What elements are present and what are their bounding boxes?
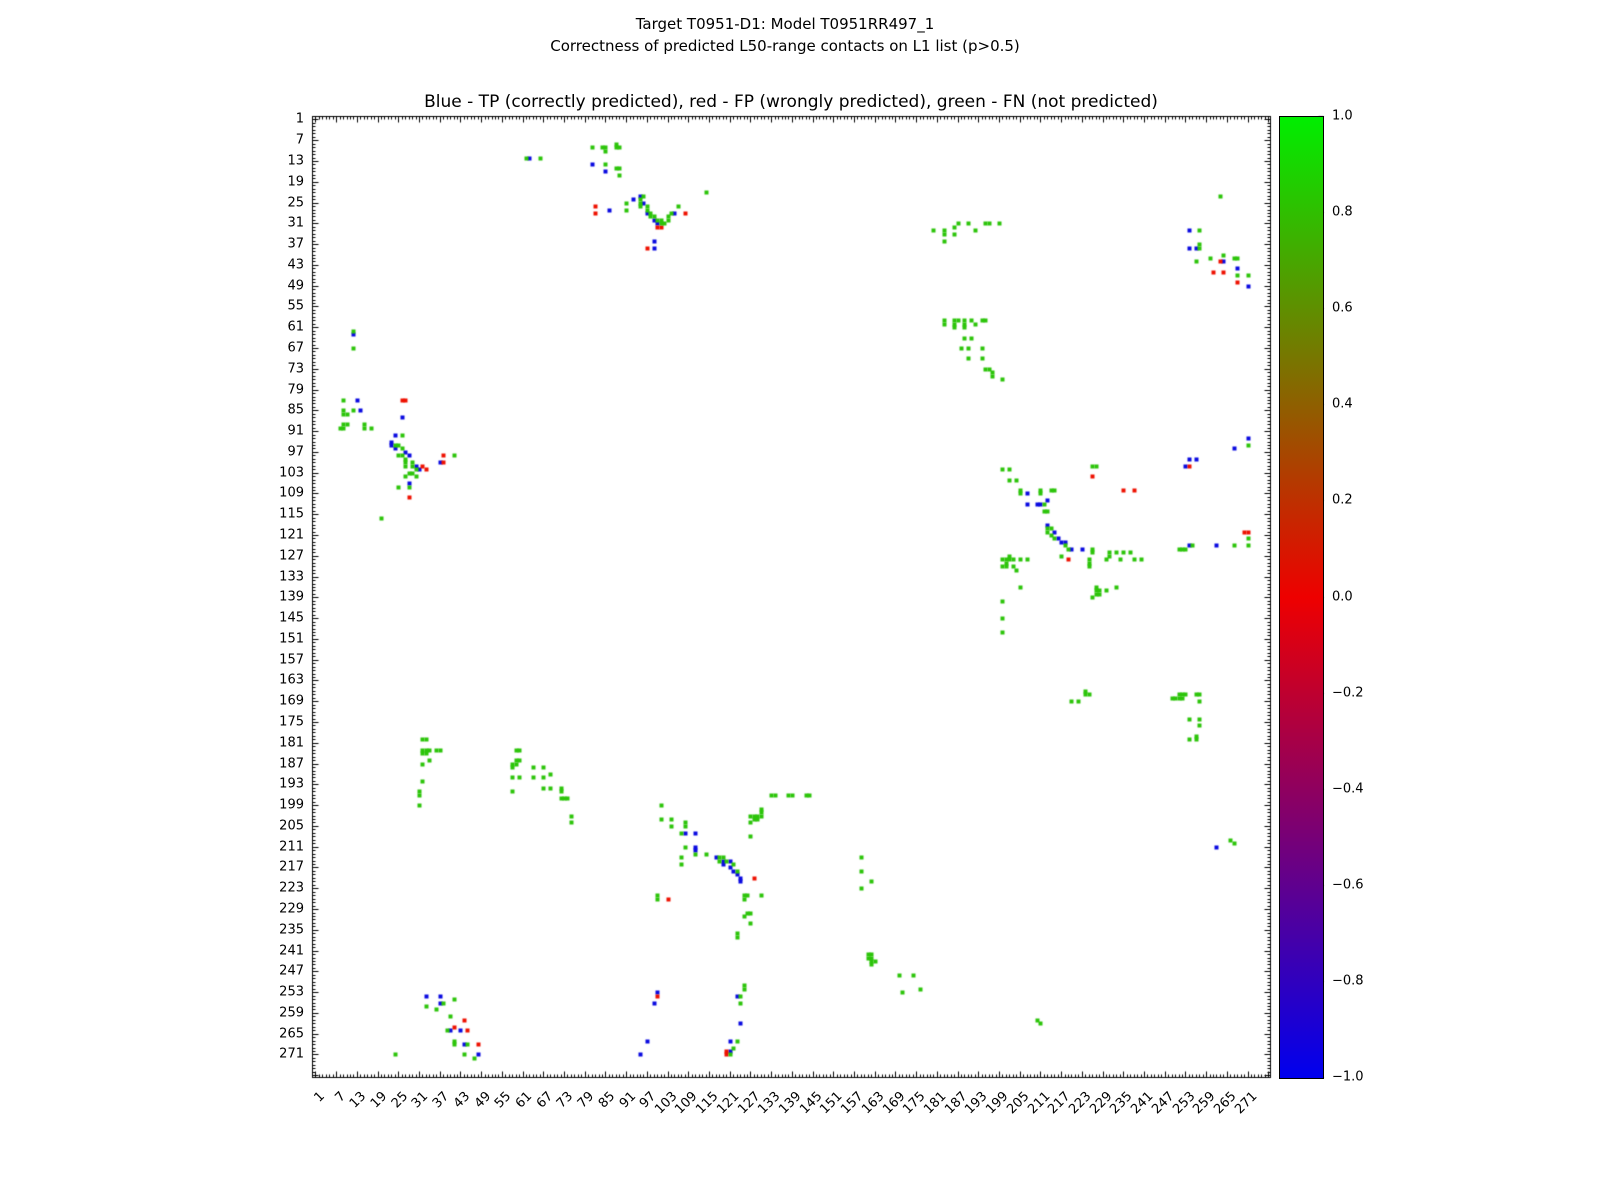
y-tick-label: 271: [244, 1047, 304, 1062]
y-tick-label: 229: [244, 902, 304, 917]
y-tick-label: 127: [244, 548, 304, 563]
colorbar-tick-label: −0.2: [1332, 686, 1364, 701]
y-tick-label: 265: [244, 1026, 304, 1041]
y-tick-label: 103: [244, 465, 304, 480]
y-tick-label: 43: [244, 257, 304, 272]
y-tick-label: 211: [244, 839, 304, 854]
y-tick-label: 163: [244, 673, 304, 688]
colorbar-tick-label: 0.0: [1332, 590, 1353, 605]
y-tick-label: 193: [244, 777, 304, 792]
y-tick-label: 85: [244, 403, 304, 418]
colorbar-tick-label: −1.0: [1332, 1070, 1364, 1085]
y-tick-label: 109: [244, 486, 304, 501]
colorbar-tick-label: −0.4: [1332, 782, 1364, 797]
y-tick-label: 235: [244, 922, 304, 937]
figure: Target T0951-D1: Model T0951RR497_1 Corr…: [0, 0, 1600, 1200]
y-tick-label: 247: [244, 964, 304, 979]
colorbar-tick-label: 0.4: [1332, 397, 1353, 412]
y-tick-label: 259: [244, 1005, 304, 1020]
colorbar-tick-label: −0.8: [1332, 974, 1364, 989]
y-tick-label: 151: [244, 631, 304, 646]
contact-map-canvas: [0, 0, 1600, 1200]
y-tick-label: 19: [244, 174, 304, 189]
y-tick-label: 253: [244, 985, 304, 1000]
y-tick-label: 91: [244, 424, 304, 439]
y-tick-label: 133: [244, 569, 304, 584]
y-tick-label: 79: [244, 382, 304, 397]
y-tick-label: 187: [244, 756, 304, 771]
colorbar-gradient: [1279, 116, 1324, 1079]
y-tick-label: 121: [244, 528, 304, 543]
y-tick-label: 175: [244, 715, 304, 730]
y-tick-label: 55: [244, 299, 304, 314]
colorbar-tick-label: 0.2: [1332, 493, 1353, 508]
y-tick-label: 115: [244, 507, 304, 522]
y-tick-label: 97: [244, 444, 304, 459]
y-tick-label: 241: [244, 943, 304, 958]
y-tick-label: 145: [244, 611, 304, 626]
y-tick-label: 73: [244, 361, 304, 376]
y-tick-label: 37: [244, 237, 304, 252]
y-tick-label: 7: [244, 133, 304, 148]
y-tick-label: 31: [244, 216, 304, 231]
y-tick-label: 49: [244, 278, 304, 293]
y-tick-label: 217: [244, 860, 304, 875]
y-tick-label: 67: [244, 341, 304, 356]
y-tick-label: 61: [244, 320, 304, 335]
colorbar-tick-label: 0.8: [1332, 205, 1353, 220]
y-tick-label: 13: [244, 154, 304, 169]
y-tick-label: 25: [244, 195, 304, 210]
y-tick-label: 181: [244, 735, 304, 750]
y-tick-label: 205: [244, 818, 304, 833]
y-tick-label: 139: [244, 590, 304, 605]
colorbar-tick-label: 0.6: [1332, 301, 1353, 316]
colorbar-tick-label: 1.0: [1332, 109, 1353, 124]
y-tick-label: 223: [244, 881, 304, 896]
y-tick-label: 157: [244, 652, 304, 667]
y-tick-label: 199: [244, 798, 304, 813]
y-tick-label: 1: [244, 112, 304, 127]
y-tick-label: 169: [244, 694, 304, 709]
colorbar-tick-label: −0.6: [1332, 878, 1364, 893]
